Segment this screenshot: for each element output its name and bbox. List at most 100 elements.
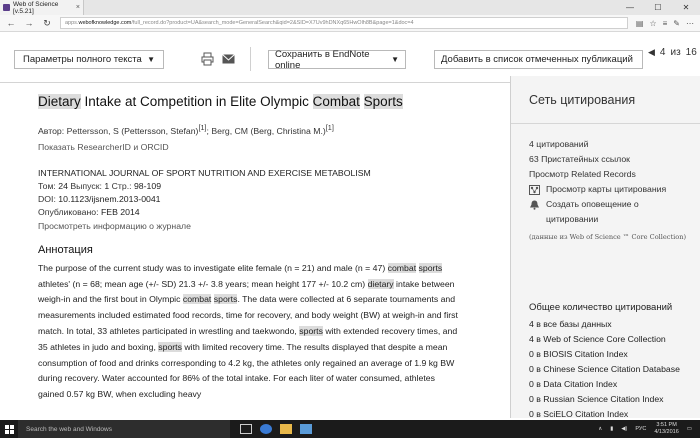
show-researcherid-link[interactable]: Показать ResearcherID и ORCID	[38, 142, 498, 152]
edge-icon[interactable]	[260, 424, 272, 434]
minimize-icon[interactable]: —	[616, 0, 644, 15]
record-title: Dietary Intake at Competition in Elite O…	[38, 93, 498, 111]
forward-icon[interactable]: →	[24, 18, 34, 28]
network-icon[interactable]: ▮	[610, 426, 613, 432]
total-row: 0 в SciELO Citation Index	[529, 409, 629, 418]
fulltext-label: Параметры полного текста	[23, 54, 142, 65]
email-icon[interactable]	[222, 53, 235, 65]
more-icon[interactable]: ⋯	[686, 19, 694, 28]
previous-record-icon[interactable]: ◀	[648, 47, 655, 58]
citation-network-panel: Сеть цитирования 4 цитирований 63 Приста…	[510, 76, 700, 418]
print-icon[interactable]	[201, 52, 214, 66]
abstract-highlight: dietary	[367, 278, 394, 289]
maximize-icon[interactable]: ☐	[644, 0, 672, 15]
doi-value: 10.1123/ijsnem.2013-0041	[58, 193, 161, 204]
volume-label: Том:	[38, 180, 56, 191]
volume-issue-pages: Том: 24 Выпуск: 1 Стр.: 98-109	[38, 180, 498, 193]
related-records-link[interactable]: Просмотр Related Records	[529, 167, 700, 182]
author-link[interactable]: Berg, CM	[211, 126, 248, 136]
file-explorer-icon[interactable]	[280, 424, 292, 434]
published-label: Опубликовано:	[38, 206, 99, 217]
chevron-up-icon[interactable]: ∧	[598, 426, 602, 432]
record-pager: ◀ 4 из 16	[648, 47, 697, 58]
total-row[interactable]: 4 в все базы данных	[529, 317, 700, 332]
taskbar-search[interactable]: Search the web and Windows	[18, 420, 230, 438]
url-rest: /full_record.do?product=UA&search_mode=G…	[131, 20, 414, 26]
total-row[interactable]: 4 в Web of Science Core Collection	[529, 332, 700, 347]
author-fullname: (Pettersson, Stefan)	[121, 125, 199, 136]
close-window-icon[interactable]: ✕	[672, 0, 700, 15]
browser-tab[interactable]: Web of Science [v.5.21] ×	[0, 0, 84, 15]
citation-alert-row[interactable]: Создать оповещение о цитировании	[529, 197, 700, 227]
url-domain: webofknowledge.com	[78, 20, 132, 26]
journal-name: INTERNATIONAL JOURNAL OF SPORT NUTRITION…	[38, 167, 371, 178]
citation-map-link: Просмотр карты цитирования	[546, 184, 667, 194]
refresh-icon[interactable]: ↻	[42, 18, 52, 29]
store-icon[interactable]	[300, 424, 312, 434]
author-ref[interactable]: [1]	[198, 123, 206, 132]
reading-view-icon[interactable]: ▤	[636, 19, 644, 28]
times-cited-link[interactable]: 4 цитирований	[529, 137, 700, 152]
author-fullname: (Berg, Christina M.)	[250, 125, 326, 136]
language-indicator[interactable]: РУС	[635, 426, 646, 432]
abstract-highlight: sports	[213, 294, 238, 305]
pages-value: 98-109	[133, 180, 162, 191]
volume-icon[interactable]: ◀)	[621, 426, 627, 432]
chevron-down-icon: ▼	[147, 55, 155, 64]
citation-map-icon	[529, 184, 540, 195]
endnote-label: Сохранить в EndNote online	[275, 48, 370, 71]
abstract-segment: The purpose of the current study was to …	[38, 262, 388, 273]
total-citations: Общее количество цитирований 4 в все баз…	[529, 300, 700, 418]
issue-value: 1	[104, 180, 110, 191]
abstract-text: The purpose of the current study was to …	[38, 261, 460, 403]
favorite-star-icon[interactable]: ☆	[649, 19, 656, 28]
abstract-highlight: combat	[182, 294, 212, 305]
title-highlight: Sports	[363, 94, 403, 109]
url-prefix: apps.	[65, 20, 79, 26]
abstract-highlight: sports	[418, 262, 443, 273]
title-text: Intake at Competition in Elite Olympic	[80, 94, 313, 109]
citation-panel-heading: Сеть цитирования	[511, 76, 700, 124]
abstract-highlight: sports	[299, 326, 323, 337]
clock-date: 4/13/2016	[654, 429, 679, 435]
title-highlight: Dietary	[38, 94, 81, 109]
save-endnote-dropdown[interactable]: Сохранить в EndNote online ▼	[268, 48, 406, 71]
data-source-note: (данные из Web of Science ™ Core Collect…	[529, 233, 687, 241]
windows-logo-icon	[4, 424, 14, 434]
page-total: 16	[685, 47, 697, 58]
cited-references-link[interactable]: 63 Пристатейных ссылок	[529, 152, 700, 167]
abstract-segment: athletes' (n = 68; mean age (+/- SD) 21.…	[38, 278, 368, 289]
tab-close-icon[interactable]: ×	[76, 4, 80, 11]
clock[interactable]: 3:51 PM 4/13/2016	[654, 422, 678, 436]
window-controls: — ☐ ✕	[616, 0, 700, 15]
author-link[interactable]: Pettersson, S	[67, 126, 119, 136]
fulltext-options-dropdown[interactable]: Параметры полного текста ▼	[14, 50, 164, 69]
pages-label: Стр.:	[111, 180, 132, 191]
abstract-highlight: combat	[387, 262, 417, 273]
system-tray: ∧ ▮ ◀) РУС 3:51 PM 4/13/2016 ▭	[598, 422, 700, 436]
url-field[interactable]: apps.webofknowledge.com/full_record.do?p…	[60, 17, 628, 29]
total-row: 0 в Chinese Science Citation Database	[529, 364, 680, 374]
published-value: FEB 2014	[100, 206, 140, 217]
start-button[interactable]	[0, 420, 18, 438]
back-icon[interactable]: ←	[6, 18, 16, 28]
title-highlight: Combat	[312, 94, 360, 109]
author-ref[interactable]: [1]	[326, 123, 334, 132]
address-bar: ← → ↻ apps.webofknowledge.com/full_recor…	[0, 15, 700, 32]
total-row: 0 в Russian Science Citation Index	[529, 394, 664, 404]
page-current: 4	[659, 47, 666, 58]
clock-time: 3:51 PM	[656, 422, 677, 428]
total-row: 0 в Data Citation Index	[529, 379, 618, 389]
citation-map-row[interactable]: Просмотр карты цитирования	[529, 182, 700, 197]
journal-info-link[interactable]: Просмотреть информацию о журнале	[38, 219, 498, 233]
browser-tabbar: Web of Science [v.5.21] × — ☐ ✕	[0, 0, 700, 15]
taskbar-apps	[240, 424, 312, 434]
action-center-icon[interactable]: ▭	[687, 426, 692, 432]
bell-icon	[530, 200, 539, 210]
add-to-marked-list-button[interactable]: Добавить в список отмеченных публикаций	[434, 50, 643, 69]
full-record: Dietary Intake at Competition in Elite O…	[38, 83, 498, 418]
task-view-icon[interactable]	[240, 424, 252, 434]
hub-icon[interactable]: ≡	[663, 19, 668, 28]
page-of: из	[670, 47, 681, 58]
note-icon[interactable]: ✎	[673, 19, 680, 28]
